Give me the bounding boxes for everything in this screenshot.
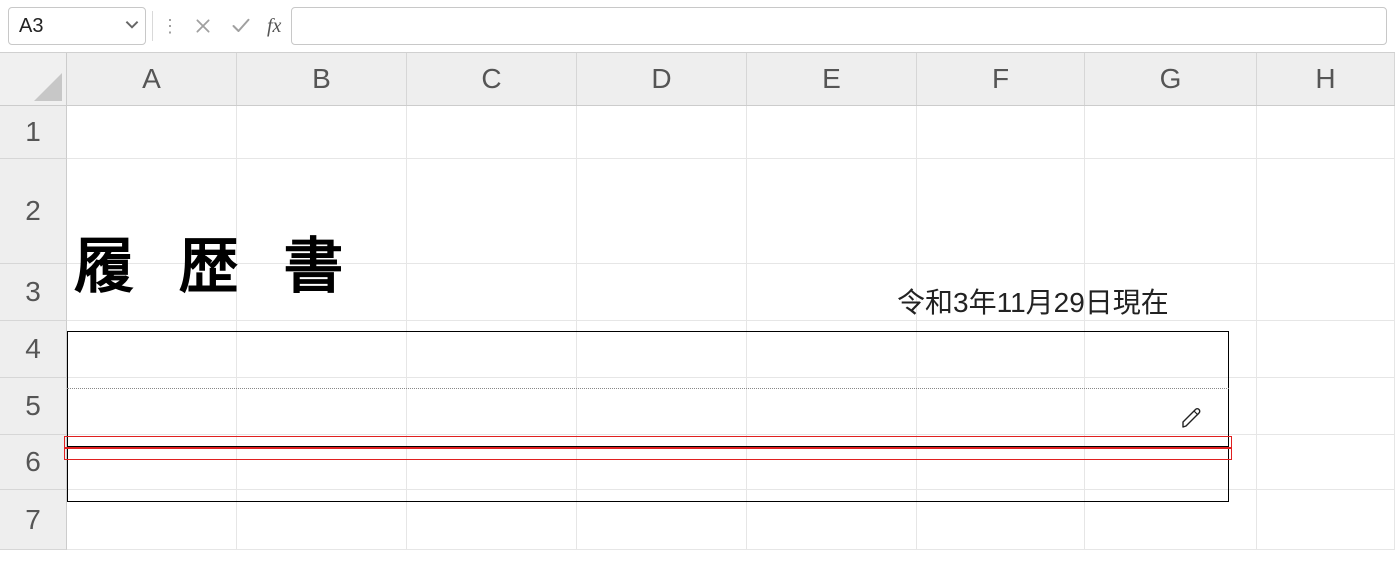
cell-F5[interactable] — [917, 378, 1085, 435]
cell-C7[interactable] — [407, 490, 577, 550]
col-header-H[interactable]: H — [1257, 53, 1395, 105]
cell-G7[interactable] — [1085, 490, 1257, 550]
cell-D2[interactable] — [577, 159, 747, 264]
accept-button[interactable] — [225, 10, 257, 42]
row-1: 1 — [0, 106, 1395, 159]
cell-B1[interactable] — [237, 106, 407, 159]
cell-E2[interactable] — [747, 159, 917, 264]
cell-F6[interactable] — [917, 435, 1085, 490]
cell-A5[interactable] — [67, 378, 237, 435]
cell-F7[interactable] — [917, 490, 1085, 550]
cell-H6[interactable] — [1257, 435, 1395, 490]
resume-title: 履 歴 書 — [74, 218, 357, 305]
cell-B5[interactable] — [237, 378, 407, 435]
cell-H7[interactable] — [1257, 490, 1395, 550]
cell-G2[interactable] — [1085, 159, 1257, 264]
row-6: 6 — [0, 435, 1395, 490]
cell-H5[interactable] — [1257, 378, 1395, 435]
row-header-1[interactable]: 1 — [0, 106, 67, 159]
cell-E3[interactable] — [747, 264, 917, 321]
cell-F4[interactable] — [917, 321, 1085, 378]
separator — [152, 11, 153, 41]
cell-H3[interactable] — [1257, 264, 1395, 321]
cell-C6[interactable] — [407, 435, 577, 490]
chevron-down-icon — [125, 15, 139, 38]
cell-D3[interactable] — [577, 264, 747, 321]
cell-F1[interactable] — [917, 106, 1085, 159]
cell-G4[interactable] — [1085, 321, 1257, 378]
cell-C1[interactable] — [407, 106, 577, 159]
cell-F2[interactable] — [917, 159, 1085, 264]
cell-H1[interactable] — [1257, 106, 1395, 159]
cell-D1[interactable] — [577, 106, 747, 159]
cell-C2[interactable] — [407, 159, 577, 264]
cell-G5[interactable] — [1085, 378, 1257, 435]
cell-C3[interactable] — [407, 264, 577, 321]
row-header-2[interactable]: 2 — [0, 159, 67, 264]
cell-G6[interactable] — [1085, 435, 1257, 490]
col-header-C[interactable]: C — [407, 53, 577, 105]
cell-A6[interactable] — [67, 435, 237, 490]
cell-C4[interactable] — [407, 321, 577, 378]
cell-D4[interactable] — [577, 321, 747, 378]
cell-E5[interactable] — [747, 378, 917, 435]
select-all-corner[interactable] — [0, 53, 67, 106]
row-header-7[interactable]: 7 — [0, 490, 67, 550]
cell-E4[interactable] — [747, 321, 917, 378]
row-header-4[interactable]: 4 — [0, 321, 67, 378]
col-header-E[interactable]: E — [747, 53, 917, 105]
col-header-G[interactable]: G — [1085, 53, 1257, 105]
name-box[interactable]: A3 — [8, 7, 146, 45]
col-header-F[interactable]: F — [917, 53, 1085, 105]
col-header-A[interactable]: A — [67, 53, 237, 105]
row-5: 5 — [0, 378, 1395, 435]
cell-B4[interactable] — [237, 321, 407, 378]
row-header-3[interactable]: 3 — [0, 264, 67, 321]
row-7: 7 — [0, 490, 1395, 550]
cell-D6[interactable] — [577, 435, 747, 490]
row-header-5[interactable]: 5 — [0, 378, 67, 435]
cell-B7[interactable] — [237, 490, 407, 550]
fx-icon[interactable]: fx — [263, 15, 285, 38]
spreadsheet-grid[interactable]: A B C D E F G H 1 2 3 — [0, 53, 1395, 573]
cell-D7[interactable] — [577, 490, 747, 550]
col-header-D[interactable]: D — [577, 53, 747, 105]
cell-A7[interactable] — [67, 490, 237, 550]
cell-A1[interactable] — [67, 106, 237, 159]
cell-H2[interactable] — [1257, 159, 1395, 264]
cell-C5[interactable] — [407, 378, 577, 435]
column-headers: A B C D E F G H — [0, 53, 1395, 106]
formula-input[interactable] — [291, 7, 1387, 45]
cancel-button[interactable] — [187, 10, 219, 42]
formula-bar: A3 ⋮ fx — [0, 0, 1395, 53]
col-header-B[interactable]: B — [237, 53, 407, 105]
name-box-value: A3 — [19, 15, 43, 38]
row-header-6[interactable]: 6 — [0, 435, 67, 490]
cell-B6[interactable] — [237, 435, 407, 490]
cell-E1[interactable] — [747, 106, 917, 159]
row-4: 4 — [0, 321, 1395, 378]
cell-E6[interactable] — [747, 435, 917, 490]
cell-E7[interactable] — [747, 490, 917, 550]
cell-D5[interactable] — [577, 378, 747, 435]
date-stamp: 令和3年11月29日現在 — [897, 281, 1169, 321]
cell-H4[interactable] — [1257, 321, 1395, 378]
cell-G1[interactable] — [1085, 106, 1257, 159]
cell-A4[interactable] — [67, 321, 237, 378]
more-dots-icon[interactable]: ⋮ — [159, 17, 181, 35]
